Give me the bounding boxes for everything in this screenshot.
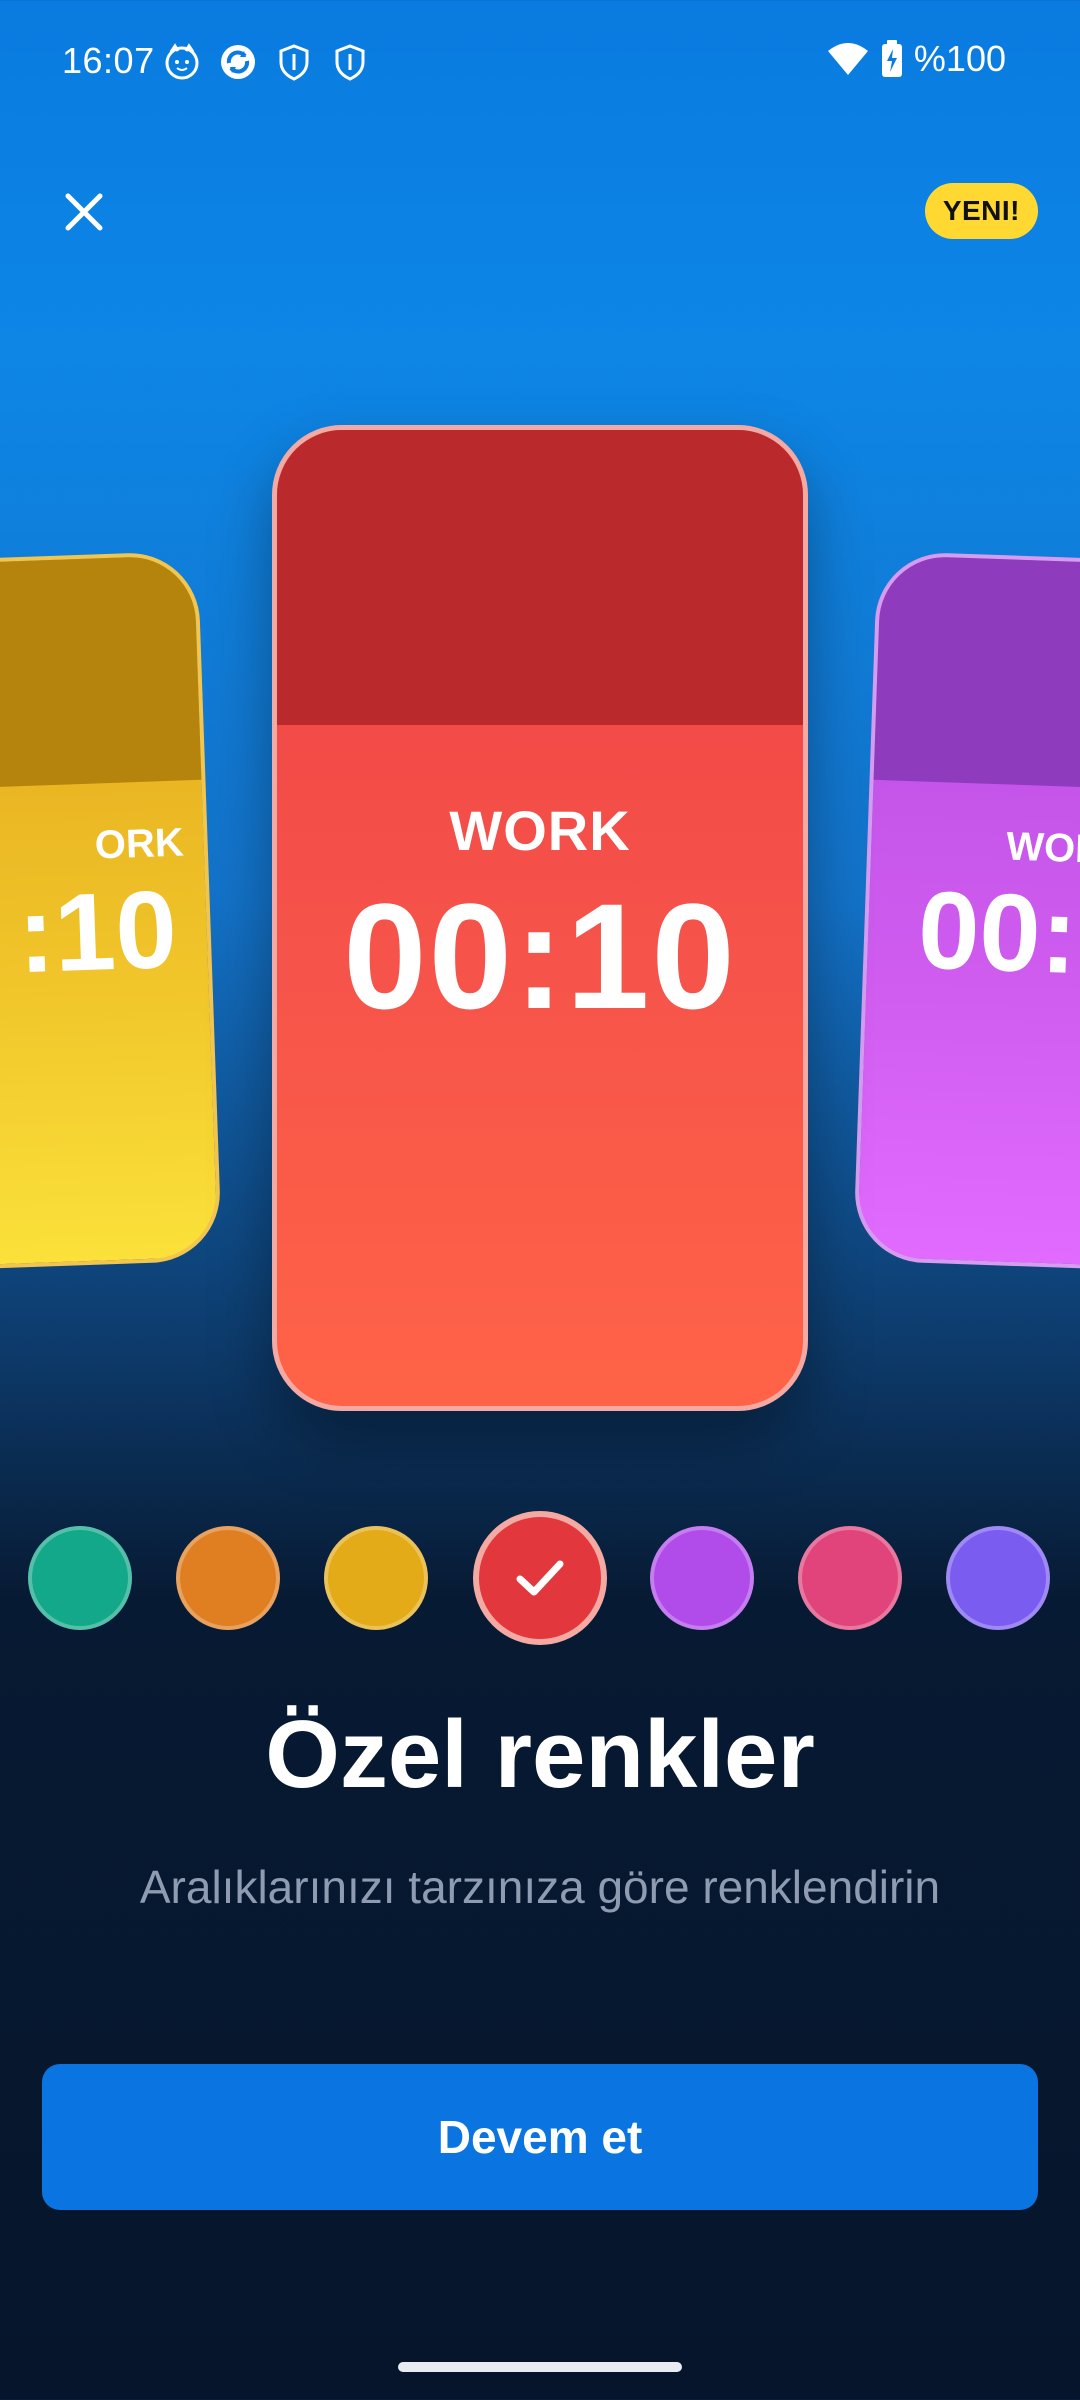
new-badge: YENI!: [924, 183, 1038, 239]
card-top-band: [277, 430, 803, 725]
close-icon: [65, 193, 103, 231]
card-top-band: [0, 554, 202, 799]
color-swatch-orange[interactable]: [176, 1526, 280, 1630]
check-icon: [516, 1560, 564, 1596]
card-top-band: [873, 554, 1080, 799]
page-subtitle: Aralıklarınızı tarzınıza göre renklendir…: [139, 1861, 941, 1913]
preview-card-purple: WOR 00:: [852, 550, 1080, 1280]
status-time: 16:07: [62, 40, 155, 81]
home-indicator[interactable]: [398, 2362, 682, 2372]
status-bar: 16:07 %100: [0, 0, 1080, 130]
status-right: %100: [826, 38, 1006, 80]
card-time: 00:10: [343, 872, 737, 1040]
shield-icon: [279, 44, 309, 81]
cat-face-icon: [165, 43, 199, 80]
card-label: WORK: [449, 799, 631, 862]
color-swatch-purple[interactable]: [650, 1526, 754, 1630]
color-swatch-pink[interactable]: [798, 1526, 902, 1630]
continue-button[interactable]: Devem et: [42, 2064, 1038, 2210]
color-swatch-yellow[interactable]: [324, 1526, 428, 1630]
preview-card-red: WORK 00:10: [272, 425, 808, 1411]
preview-card-yellow: ORK :10: [0, 550, 223, 1280]
notification-icons: [162, 42, 370, 82]
close-button[interactable]: [52, 180, 116, 244]
color-swatch-violet[interactable]: [946, 1526, 1050, 1630]
page-title: Özel renkler: [265, 1701, 815, 1808]
shield-icon: [335, 44, 365, 81]
card-time: :10: [15, 867, 179, 997]
card-time: 00:: [916, 868, 1080, 997]
sync-app-icon: [221, 45, 255, 79]
wifi-icon: [827, 43, 868, 75]
color-swatch-row: [0, 1510, 1080, 1650]
color-swatch-green[interactable]: [28, 1526, 132, 1630]
battery-percent: %100: [913, 38, 1006, 79]
color-swatch-red[interactable]: [473, 1511, 607, 1645]
battery-charging-icon: [881, 40, 902, 77]
